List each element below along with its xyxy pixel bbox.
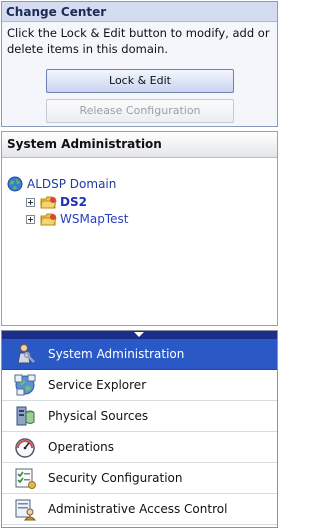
system-administration-panel: System Administration ALDSP Domain DS2 W… [1,131,278,326]
system-administration-title: System Administration [2,132,277,158]
release-configuration-button[interactable]: Release Configuration [46,99,234,123]
tree-root-label[interactable]: ALDSP Domain [27,177,116,191]
operations-gauge-icon [15,438,35,458]
physical-sources-icon [16,406,35,426]
nav-item-system-administration[interactable]: System Administration [2,339,277,370]
tree-item-label[interactable]: DS2 [60,195,87,209]
nav-item-label: Physical Sources [48,409,149,423]
nav-item-label: Administrative Access Control [48,502,228,516]
tree-root-item[interactable]: ALDSP Domain [7,175,116,193]
globe-icon [7,176,23,192]
security-configuration-icon [15,468,36,489]
nav-item-label: Security Configuration [48,471,183,485]
nav-item-label: Service Explorer [48,378,147,392]
nav-item-operations[interactable]: Operations [2,432,277,463]
navigator-panel: System Administration Service Explorer P… [1,330,278,528]
tree-item-label[interactable]: WSMapTest [60,212,128,226]
panel-resize-handle[interactable] [2,331,277,339]
nav-item-physical-sources[interactable]: Physical Sources [2,401,277,432]
lock-edit-button[interactable]: Lock & Edit [46,69,234,93]
change-center-title: Change Center [2,2,277,22]
expand-icon[interactable] [26,197,35,207]
expand-icon[interactable] [26,214,35,224]
nav-item-service-explorer[interactable]: Service Explorer [2,370,277,401]
nav-item-label: Operations [48,440,114,454]
access-control-icon [15,499,37,521]
project-folder-icon [40,196,57,208]
change-center-panel: Change Center Click the Lock & Edit butt… [1,1,278,127]
tree-item-ds2[interactable]: DS2 [26,193,87,211]
nav-item-administrative-access-control[interactable]: Administrative Access Control [2,494,277,525]
tree-item-wsmaptest[interactable]: WSMapTest [26,210,128,228]
nav-item-label: System Administration [48,347,185,361]
service-explorer-icon [14,374,36,396]
change-center-description: Click the Lock & Edit button to modify, … [7,26,270,56]
system-administration-icon [17,344,35,364]
nav-item-security-configuration[interactable]: Security Configuration [2,463,277,494]
project-folder-icon [40,213,57,225]
